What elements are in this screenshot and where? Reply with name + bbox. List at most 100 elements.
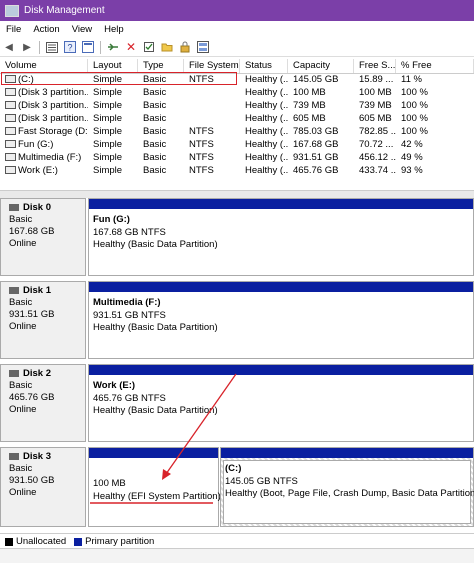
folder-icon[interactable] bbox=[160, 41, 174, 54]
disk-name: Disk 1 bbox=[23, 285, 51, 296]
disk-state: Online bbox=[9, 487, 37, 498]
volume-cell-volume: Multimedia (F:) bbox=[0, 151, 88, 164]
volume-name: Fun (G:) bbox=[18, 139, 54, 150]
volume-cell-volume: (Disk 3 partition... bbox=[0, 99, 88, 112]
checkbox-icon[interactable] bbox=[142, 41, 156, 54]
menu-view[interactable]: View bbox=[66, 24, 98, 35]
volume-name: Multimedia (F:) bbox=[18, 152, 82, 163]
volume-cell-file-system: NTFS bbox=[189, 126, 214, 137]
volume-cell-percent-free: 42 % bbox=[401, 139, 423, 150]
volume-cell-capacity: 465.76 GB bbox=[293, 165, 339, 176]
volume-cell-capacity: 167.68 GB bbox=[293, 139, 339, 150]
volume-cell-status: Healthy (... bbox=[245, 152, 288, 163]
volume-cell-status: Healthy (... bbox=[245, 126, 288, 137]
column-layout[interactable]: Layout bbox=[88, 59, 138, 73]
svg-text:?: ? bbox=[68, 43, 73, 53]
volume-row[interactable]: Work (E:) Simple Basic NTFS Healthy (... 465.… bbox=[0, 164, 474, 177]
disk-size: 931.50 GB bbox=[9, 475, 55, 486]
help-icon[interactable]: ? bbox=[63, 41, 77, 54]
connect-icon[interactable] bbox=[106, 41, 120, 54]
volume-cell-type: Basic bbox=[143, 126, 167, 137]
primary-partition-bar bbox=[89, 282, 473, 292]
partition-fun[interactable]: Fun (G:) 167.68 GB NTFS Healthy (Basic D… bbox=[88, 198, 474, 276]
disk-3-row: Disk 3 Basic 931.50 GB Online 100 MB Hea… bbox=[0, 447, 474, 527]
column-capacity[interactable]: Capacity bbox=[288, 59, 354, 73]
volume-row[interactable]: (Disk 3 partition... Simple Basic Healthy (… bbox=[0, 86, 474, 99]
volume-icon bbox=[5, 166, 16, 175]
volume-cell-status: Healthy (... bbox=[245, 100, 288, 111]
volume-list: (C:) Simple Basic NTFS Healthy (... 145.05 GB… bbox=[0, 73, 474, 177]
volume-cell-free-space: 739 MB bbox=[359, 100, 392, 111]
disk-state: Online bbox=[9, 321, 37, 332]
volume-cell-capacity: 785.03 GB bbox=[293, 126, 339, 137]
volume-cell-free-space: 100 MB bbox=[359, 87, 392, 98]
partition-label: Work (E:) bbox=[93, 380, 136, 391]
partition-efi[interactable]: 100 MB Healthy (EFI System Partition) bbox=[88, 447, 221, 527]
volume-name: (Disk 3 partition... bbox=[18, 100, 88, 111]
disk-0-row: Disk 0 Basic 167.68 GB Online Fun (G:) 1… bbox=[0, 198, 474, 276]
partition-size: 931.51 GB NTFS bbox=[93, 309, 166, 321]
volume-row[interactable]: (Disk 3 partition... Simple Basic Healthy (… bbox=[0, 99, 474, 112]
volume-cell-status: Healthy (... bbox=[245, 165, 288, 176]
partition-c[interactable]: (C:) 145.05 GB NTFS Healthy (Boot, Page … bbox=[220, 447, 474, 527]
partition-size: 100 MB bbox=[93, 478, 126, 489]
volume-icon bbox=[5, 153, 16, 162]
menu-help[interactable]: Help bbox=[98, 24, 130, 35]
volume-cell-file-system bbox=[184, 86, 240, 99]
volume-cell-file-system bbox=[184, 112, 240, 125]
disk-1-label[interactable]: Disk 1 Basic 931.51 GB Online bbox=[0, 281, 86, 359]
legend: Unallocated Primary partition bbox=[0, 533, 474, 549]
primary-partition-bar bbox=[89, 199, 473, 209]
volume-row[interactable]: Fast Storage (D:) Simple Basic NTFS Healthy … bbox=[0, 125, 474, 138]
column-type[interactable]: Type bbox=[138, 59, 184, 73]
status-bar bbox=[0, 548, 474, 563]
menu-file[interactable]: File bbox=[0, 24, 27, 35]
volume-row[interactable]: (Disk 3 partition... Simple Basic Healthy (… bbox=[0, 112, 474, 125]
forward-icon[interactable]: ▶ bbox=[20, 41, 34, 54]
volume-name: (Disk 3 partition... bbox=[18, 113, 88, 124]
primary-partition-swatch bbox=[74, 537, 83, 546]
volume-cell-free-space: 456.12 ... bbox=[359, 152, 396, 163]
volume-icon bbox=[5, 101, 16, 110]
menu-action[interactable]: Action bbox=[27, 24, 65, 35]
disk-1-row: Disk 1 Basic 931.51 GB Online Multimedia… bbox=[0, 281, 474, 359]
list-icon[interactable] bbox=[45, 41, 59, 54]
partition-label: Fun (G:) bbox=[93, 214, 130, 225]
volume-cell-free-space: 15.89 ... bbox=[359, 74, 394, 85]
lock-icon[interactable] bbox=[178, 41, 192, 54]
column-status[interactable]: Status bbox=[240, 59, 288, 73]
column-file-system[interactable]: File System bbox=[184, 59, 240, 73]
properties-icon[interactable] bbox=[81, 41, 95, 54]
volume-cell-volume: (Disk 3 partition... bbox=[0, 86, 88, 99]
volume-cell-layout: Simple bbox=[93, 165, 123, 176]
delete-icon[interactable]: ✕ bbox=[124, 40, 138, 54]
volume-cell-type: Basic bbox=[143, 113, 167, 124]
volume-row[interactable]: Multimedia (F:) Simple Basic NTFS Healthy (.… bbox=[0, 151, 474, 164]
volume-cell-percent-free: 93 % bbox=[401, 165, 423, 176]
disk-management-app-icon bbox=[5, 4, 19, 17]
column-percent-free[interactable]: % Free bbox=[396, 59, 474, 73]
disk-type: Basic bbox=[9, 463, 33, 474]
disk-size: 167.68 GB bbox=[9, 226, 55, 237]
disk-name: Disk 0 bbox=[23, 202, 51, 213]
volume-cell-file-system: NTFS bbox=[189, 152, 214, 163]
volume-cell-status: Healthy (... bbox=[245, 139, 288, 150]
disk-2-label[interactable]: Disk 2 Basic 465.76 GB Online bbox=[0, 364, 86, 442]
volume-cell-status: Healthy (... bbox=[245, 113, 288, 124]
toolbar-separator bbox=[100, 40, 101, 54]
volume-cell-percent-free: 100 % bbox=[401, 100, 428, 111]
column-volume[interactable]: Volume bbox=[0, 59, 88, 73]
column-free-space[interactable]: Free S... bbox=[354, 59, 396, 73]
volume-cell-file-system bbox=[184, 99, 240, 112]
disk-0-label[interactable]: Disk 0 Basic 167.68 GB Online bbox=[0, 198, 86, 276]
selected-volume-highlight bbox=[1, 72, 237, 85]
volume-cell-percent-free: 100 % bbox=[401, 126, 428, 137]
view-icon[interactable] bbox=[196, 41, 210, 54]
volume-icon bbox=[5, 88, 16, 97]
back-icon[interactable]: ◀ bbox=[2, 41, 16, 54]
volume-row[interactable]: Fun (G:) Simple Basic NTFS Healthy (... 167.6… bbox=[0, 138, 474, 151]
partition-work[interactable]: Work (E:) 465.76 GB NTFS Healthy (Basic … bbox=[88, 364, 474, 442]
partition-multimedia[interactable]: Multimedia (F:) 931.51 GB NTFS Healthy (… bbox=[88, 281, 474, 359]
disk-3-label[interactable]: Disk 3 Basic 931.50 GB Online bbox=[0, 447, 86, 527]
volume-cell-percent-free: 100 % bbox=[401, 87, 428, 98]
